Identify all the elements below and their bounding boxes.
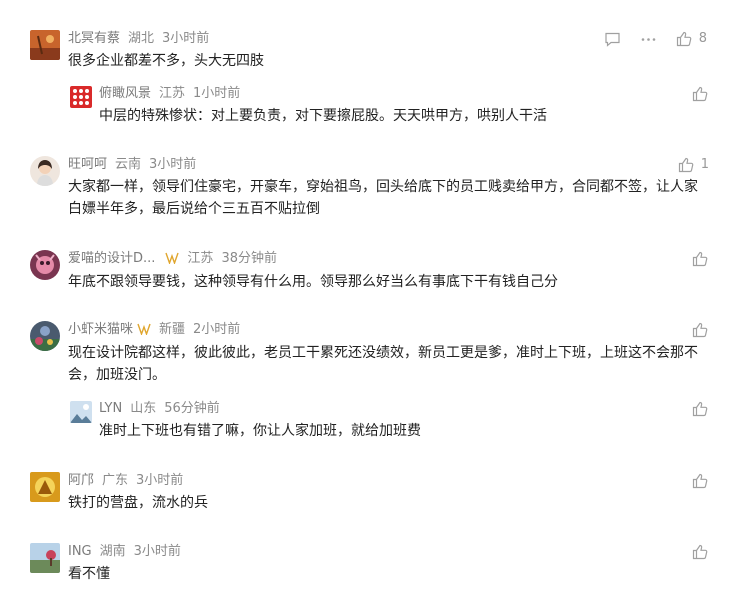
timestamp: 38分钟前 [221, 251, 277, 266]
timestamp: 3小时前 [136, 473, 184, 488]
comment-text: 现在设计院都这样，彼此彼此，老员工干累死还没绩效，新员工更是爹，准时上下班，上班… [68, 345, 698, 383]
thumbs-up-icon [692, 401, 708, 417]
comment-meta: 北冥有蔡 湖北 3小时前 [68, 30, 209, 48]
timestamp: 3小时前 [133, 544, 181, 559]
region: 广东 [102, 473, 129, 488]
username[interactable]: 俯瞰风景 [99, 86, 151, 101]
region: 山东 [130, 401, 157, 416]
avatar[interactable] [30, 30, 60, 60]
thumbs-up-icon [692, 86, 708, 102]
timestamp: 2小时前 [193, 322, 241, 337]
avatar[interactable] [30, 543, 60, 573]
thumbs-up-icon [692, 251, 708, 267]
reply-icon[interactable] [604, 31, 621, 52]
comment-meta: 旺呵呵 云南 3小时前 [68, 156, 196, 174]
region: 云南 [115, 157, 142, 172]
comment-meta: 阿邝 广东 3小时前 [68, 472, 183, 490]
region: 湖北 [128, 31, 155, 46]
reply-meta: 俯瞰风景 江苏 1小时前 [99, 85, 240, 103]
comment-text: 铁打的营盘，流水的兵 [68, 495, 208, 511]
like-button[interactable] [692, 400, 709, 417]
avatar[interactable] [70, 86, 92, 108]
avatar[interactable] [30, 321, 60, 351]
thumbs-up-icon [678, 157, 694, 173]
timestamp: 3小时前 [149, 157, 197, 172]
more-icon[interactable] [640, 31, 657, 52]
username[interactable]: ING [68, 544, 92, 559]
comment-text: 年底不跟领导要钱，这种领导有什么用。领导那么好当么有事底下干有钱自己分 [68, 274, 558, 290]
like-button[interactable] [692, 543, 709, 560]
like-button[interactable]: 1 [678, 156, 709, 173]
like-button[interactable] [692, 250, 709, 267]
comment-meta: ING 湖南 3小时前 [68, 543, 181, 561]
username[interactable]: 北冥有蔡 [68, 31, 120, 46]
like-count: 8 [698, 31, 707, 46]
thumbs-up-icon [692, 544, 708, 560]
vip-badge-icon [165, 252, 180, 270]
like-button[interactable] [692, 85, 709, 102]
like-button[interactable] [692, 321, 709, 338]
timestamp: 3小时前 [162, 31, 210, 46]
avatar[interactable] [30, 472, 60, 502]
avatar[interactable] [30, 250, 60, 280]
comment-meta: 小虾米猫咪 新疆 2小时前 [68, 321, 240, 341]
region: 新疆 [159, 322, 186, 337]
comment-text: 看不懂 [68, 566, 110, 582]
thumbs-up-icon [676, 31, 692, 47]
region: 江苏 [159, 86, 186, 101]
username[interactable]: 小虾米猫咪 [68, 322, 133, 337]
avatar[interactable] [70, 401, 92, 423]
vip-badge-icon [137, 323, 151, 341]
timestamp: 56分钟前 [164, 401, 220, 416]
username[interactable]: 爱喵的设计D... [68, 251, 155, 266]
thumbs-up-icon [692, 322, 708, 338]
username[interactable]: 旺呵呵 [68, 157, 107, 172]
region: 湖南 [99, 544, 126, 559]
comment-text: 很多企业都差不多，头大无四肢 [68, 53, 264, 69]
avatar[interactable] [30, 156, 60, 186]
reply-text: 准时上下班也有错了嘛，你让人家加班，就给加班费 [99, 423, 421, 439]
reply-text: 中层的特殊惨状：对上要负责，对下要擦屁股。天天哄甲方，哄别人干活 [99, 108, 547, 124]
like-button[interactable]: 8 [676, 30, 707, 47]
username[interactable]: LYN [99, 401, 122, 416]
timestamp: 1小时前 [193, 86, 241, 101]
comment-text: 大家都一样，领导们住豪宅，开豪车，穿始祖鸟，回头给底下的员工贱卖给甲方，合同都不… [68, 179, 698, 217]
reply-meta: LYN 山东 56分钟前 [99, 400, 220, 418]
like-count: 1 [700, 157, 709, 172]
thumbs-up-icon [692, 473, 708, 489]
username[interactable]: 阿邝 [68, 473, 94, 488]
like-button[interactable] [692, 472, 709, 489]
comment-meta: 爱喵的设计D... 江苏 38分钟前 [68, 250, 277, 270]
region: 江苏 [187, 251, 214, 266]
